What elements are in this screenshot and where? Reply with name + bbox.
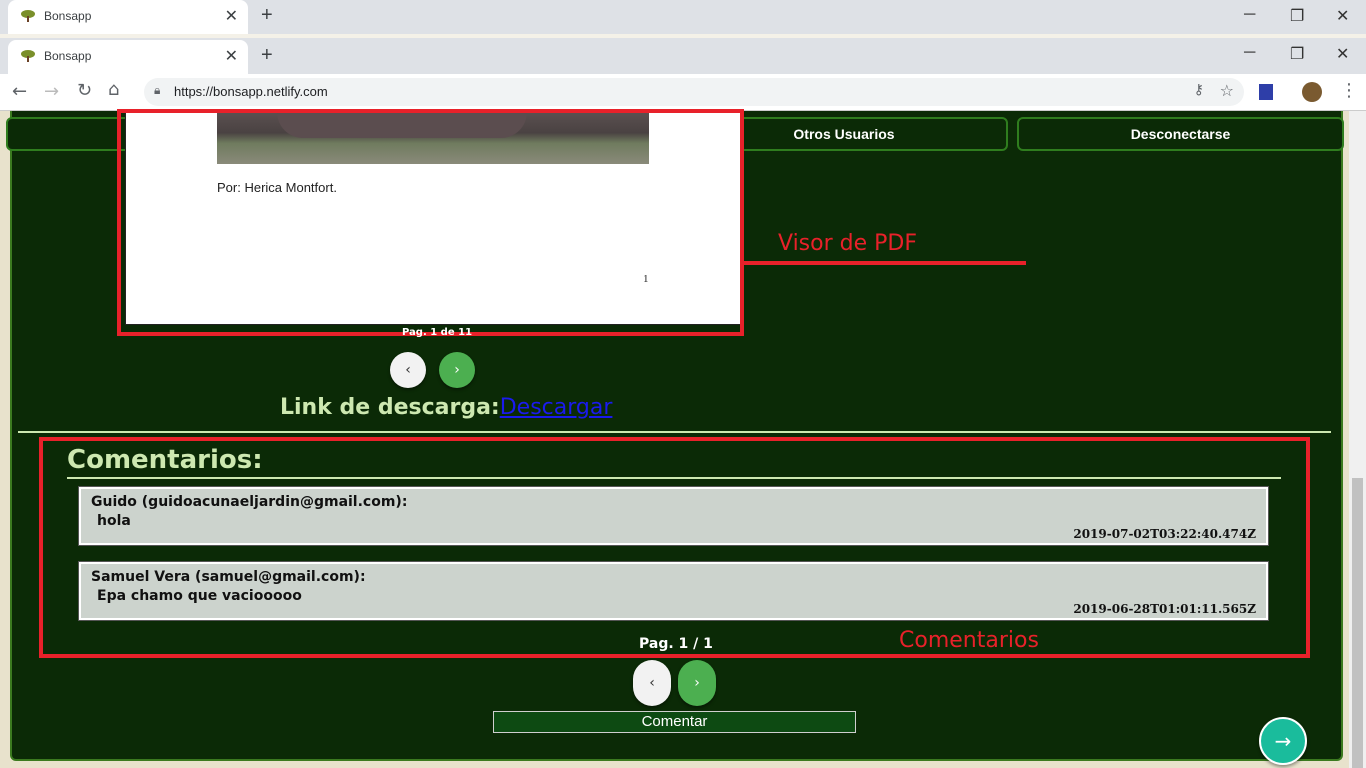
reload-icon[interactable]: ↻	[77, 80, 92, 101]
window-close-button[interactable]: ✕	[1336, 6, 1349, 26]
pdf-next-button[interactable]: ›	[439, 352, 475, 388]
scrollbar-thumb[interactable]	[1352, 478, 1363, 768]
window-close-button[interactable]: ✕	[1336, 44, 1349, 64]
download-row: Link de descarga:Descargar	[280, 395, 612, 420]
browser-tab[interactable]: Bonsapp ✕	[8, 40, 248, 74]
key-icon[interactable]: ⚷	[1194, 82, 1204, 98]
star-icon[interactable]: ☆	[1220, 81, 1234, 100]
extension-icon[interactable]	[1259, 84, 1273, 100]
close-icon[interactable]: ✕	[225, 6, 238, 25]
comments-prev-button[interactable]: ‹	[633, 660, 671, 706]
divider	[18, 431, 1331, 433]
minimize-button[interactable]: ─	[1244, 6, 1255, 24]
pdf-viewer-annotation: Visor de PDF	[778, 231, 917, 256]
download-link[interactable]: Descargar	[500, 395, 613, 420]
browser-tab[interactable]: Bonsapp ✕	[8, 0, 248, 34]
pdf-page-indicator: Pag. 1 de 11	[402, 327, 473, 338]
tab-title: Bonsapp	[44, 9, 92, 23]
url-text: https://bonsapp.netlify.com	[174, 84, 328, 99]
address-bar: ← → ↻ ⌂ 🔒︎ https://bonsapp.netlify.com ⚷…	[0, 74, 1366, 111]
back-icon[interactable]: ←	[12, 81, 27, 102]
bonsai-icon	[21, 10, 35, 22]
lock-icon: 🔒︎	[154, 83, 161, 97]
minimize-button[interactable]: ─	[1244, 44, 1255, 62]
tab-bar-top: Bonsapp ✕ + ─ ❐ ✕	[0, 0, 1366, 34]
comments-annotation: Comentarios	[899, 628, 1039, 653]
comment-button[interactable]: Comentar	[493, 711, 856, 733]
avatar[interactable]	[1302, 82, 1322, 102]
restore-button[interactable]: ❐	[1290, 44, 1304, 64]
comments-next-button[interactable]: ›	[678, 660, 716, 706]
tab-title: Bonsapp	[44, 49, 92, 63]
bonsai-icon	[21, 50, 35, 62]
close-icon[interactable]: ✕	[225, 46, 238, 65]
menu-icon[interactable]: ⋮	[1340, 80, 1358, 101]
url-field[interactable]: 🔒︎ https://bonsapp.netlify.com ⚷ ☆	[144, 78, 1244, 106]
restore-button[interactable]: ❐	[1290, 6, 1304, 26]
annotation-line	[744, 261, 1026, 265]
home-icon[interactable]: ⌂	[108, 79, 119, 100]
logout-button[interactable]: Desconectarse	[1017, 117, 1344, 151]
forward-icon[interactable]: →	[44, 81, 59, 102]
download-label: Link de descarga:	[280, 395, 500, 420]
new-tab-button[interactable]: +	[261, 44, 273, 67]
arrow-right-icon[interactable]: →	[1259, 717, 1307, 765]
pdf-prev-button[interactable]: ‹	[390, 352, 426, 388]
tab-bar: Bonsapp ✕ + ─ ❐ ✕	[0, 38, 1366, 74]
pdf-highlight-box	[117, 109, 744, 336]
comments-highlight-box	[39, 437, 1310, 658]
new-tab-button[interactable]: +	[261, 4, 273, 27]
